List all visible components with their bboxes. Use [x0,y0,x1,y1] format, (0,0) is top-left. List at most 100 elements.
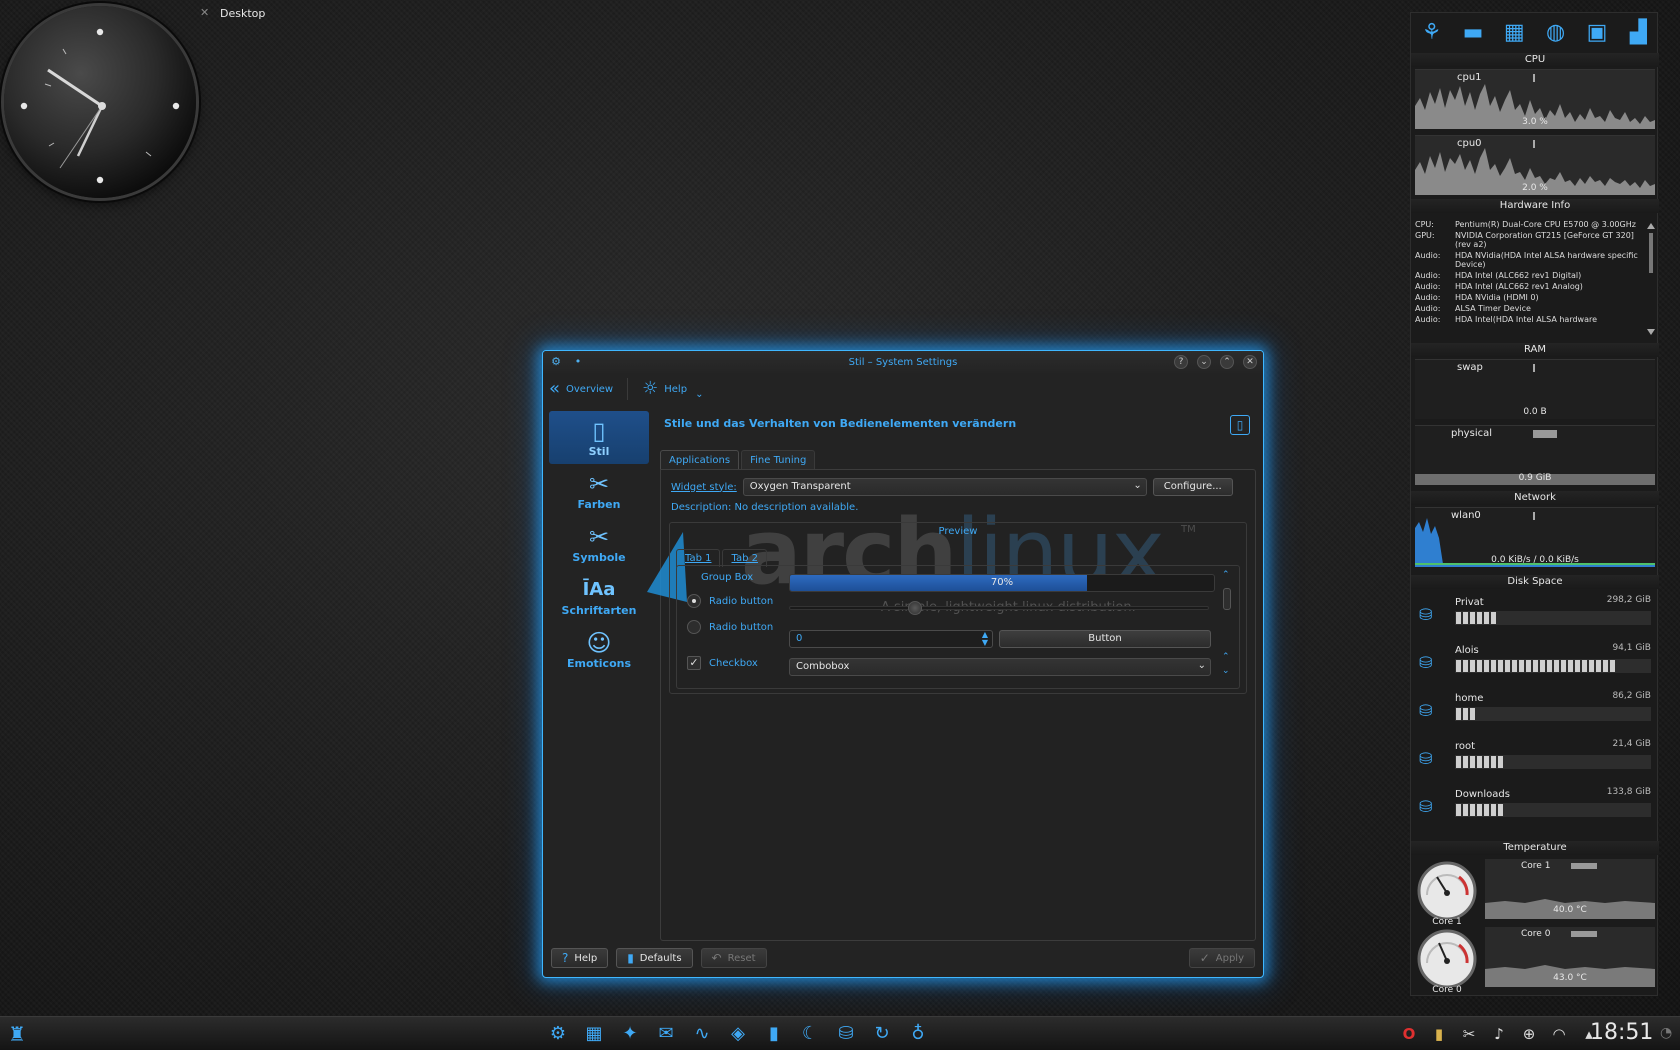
disk-usage-bar [1455,611,1651,625]
disk-name: home [1455,693,1484,704]
widget-style-combobox[interactable]: Oxygen Transparent ⌄ [742,478,1147,496]
hardware-info-title: Hardware Info [1411,199,1659,213]
wlan-label: wlan0 [1451,510,1481,521]
desktop-label[interactable]: ✕ Desktop [200,4,265,22]
widget-style-row: Widget style: Oxygen Transparent ⌄ Confi… [671,478,1233,496]
tools-icon: ✂ [588,523,610,551]
chip-icon[interactable]: ▣ [1580,18,1614,48]
wifi-icon[interactable]: ◠ [1548,1021,1570,1047]
help-question-icon[interactable]: ? [1174,355,1188,369]
cpu-icon[interactable]: ⚘ [1415,18,1449,48]
harddisk-icon: ⛁ [1419,797,1433,816]
hw-value: ALSA Timer Device [1455,304,1531,313]
scroll-up-icon[interactable]: ⌃ [1222,652,1230,662]
tab-fine-tuning[interactable]: Fine Tuning [741,450,816,469]
disk-usage-segment [1561,660,1566,672]
calculator-icon[interactable]: ▦ [580,1021,608,1047]
package-icon[interactable]: ◈ [724,1021,752,1047]
cpu0-bar [1533,140,1535,148]
hw-value: HDA NVidia (HDMI 0) [1455,293,1539,302]
radio-button-2[interactable]: Radio button [687,620,773,634]
thermometer-icon[interactable]: ♁ [904,1021,932,1047]
disk-usage-segment [1491,804,1496,816]
preview-scrollbar[interactable]: ⌃ ⌃ ⌄ [1221,570,1233,684]
tab-applications[interactable]: Applications [660,450,740,469]
sidebar-item-stil[interactable]: ▯ Stil [549,411,649,464]
radio-button-1[interactable]: Radio button [687,594,773,608]
clock-time[interactable]: 18:51 [1590,1020,1653,1045]
disk-name: root [1455,741,1476,752]
disk-usage-segment [1463,660,1468,672]
network-icon[interactable]: ◍ [1539,18,1573,48]
smiley-icon: ☺ [586,629,612,657]
spin-box[interactable]: 0 ▲ ▼ [789,630,993,648]
mail-icon[interactable]: ✉ [652,1021,680,1047]
preview-combobox[interactable]: Combobox ⌄ [789,658,1211,676]
scroll-down-icon[interactable]: ⌄ [1222,666,1230,676]
system-monitor-icon[interactable]: ∿ [688,1021,716,1047]
volume-icon[interactable]: ♪ [1488,1021,1510,1047]
network-manager-icon[interactable]: ⊕ [1518,1021,1540,1047]
sidebar-item-schriftarten[interactable]: ĪAa Schriftarten [549,570,649,623]
archive-icon[interactable]: ▮ [760,1021,788,1047]
reset-button[interactable]: ↶ Reset [700,948,767,968]
signal-icon[interactable]: ▟ [1621,18,1655,48]
refresh-icon[interactable]: ↻ [868,1021,896,1047]
scissors-icon[interactable]: ✂ [1458,1021,1480,1047]
temp-mini-bar [1571,863,1597,869]
slider-handle[interactable] [908,601,923,615]
minimize-icon[interactable]: ⌄ [1197,355,1211,369]
disk-usage-segment [1589,660,1594,672]
scrollbar-handle[interactable] [1223,588,1231,610]
disk-size: 298,2 GiB [1606,595,1651,605]
gauge-label: Core 1 [1432,917,1462,927]
help-label: Help [664,383,688,395]
spin-arrows-icon[interactable]: ▲ ▼ [982,631,988,647]
hw-scrollbar-graphic [1647,223,1655,335]
title-bar[interactable]: ⚙ • Stil – System Settings ? ⌄ ⌃ ✕ [543,351,1263,373]
harddisk-icon: ⛁ [1419,653,1433,672]
help-button[interactable]: ? Help [551,948,609,968]
slider[interactable] [789,601,1209,615]
radio-on-icon [687,594,701,608]
preview-button[interactable]: Button [999,630,1211,648]
temperature-gauge: Core 0 [1415,927,1479,995]
apply-button[interactable]: ✓ Apply [1188,948,1255,968]
hardware-info-scrollbar[interactable] [1647,223,1655,335]
application-launcher-icon[interactable]: ♜ [4,1021,30,1047]
hw-row: Audio: HDA Intel (ALC662 rev1 Digital) [1415,271,1647,280]
panel-toolbox-icon[interactable]: ◔ [1660,1025,1672,1041]
sidebar-item-farben[interactable]: ✂ Farben [549,464,649,517]
hw-value: Pentium(R) Dual-Core CPU E5700 @ 3.00GHz [1455,220,1636,229]
disk-space-title: Disk Space [1411,575,1659,589]
system-settings-window[interactable]: ⚙ • Stil – System Settings ? ⌄ ⌃ ✕ « Ove… [542,350,1264,978]
cpu1-graph: cpu1 3.0 % [1415,69,1655,129]
maximize-icon[interactable]: ⌃ [1220,355,1234,369]
close-icon[interactable]: ✕ [1243,355,1257,369]
checkmark-icon: ✓ [687,656,701,670]
sidebar-item-label: Schriftarten [561,604,637,617]
hw-row: Audio: HDA NVidia(HDA Intel ALSA hardware… [1415,251,1647,269]
notes-icon[interactable]: ▮ [1428,1021,1450,1047]
disk-item: ⛁ Alois 94,1 GiB [1415,643,1655,685]
harddisk-icon[interactable]: ▬ [1456,18,1490,48]
disk-size: 21,4 GiB [1612,739,1651,749]
opera-icon[interactable]: O [1398,1021,1420,1047]
sidebar-item-symbole[interactable]: ✂ Symbole [549,517,649,570]
system-settings-icon[interactable]: ⚙ [544,1021,572,1047]
drive-icon[interactable]: ⛁ [832,1021,860,1047]
hardware-info-icon[interactable]: ▦ [1497,18,1531,48]
hw-value: NVIDIA Corporation GT215 [GeForce GT 320… [1455,231,1634,249]
defaults-button[interactable]: ▮ Defaults [616,948,693,968]
disk-usage-segment [1463,708,1468,720]
configure-button[interactable]: Configure... [1152,478,1233,496]
scroll-up-icon[interactable]: ⌃ [1222,570,1230,580]
bird-icon[interactable]: ✦ [616,1021,644,1047]
radio-off-icon [687,620,701,634]
help-menu-button[interactable]: ☼ Help ⌄ [642,379,703,400]
sidebar-item-emoticons[interactable]: ☺ Emoticons [549,623,649,676]
overview-button[interactable]: « Overview [549,380,613,398]
moon-icon[interactable]: ☾ [796,1021,824,1047]
checkbox[interactable]: ✓ Checkbox [687,656,758,670]
module-tabs: Applications Fine Tuning [660,450,816,469]
